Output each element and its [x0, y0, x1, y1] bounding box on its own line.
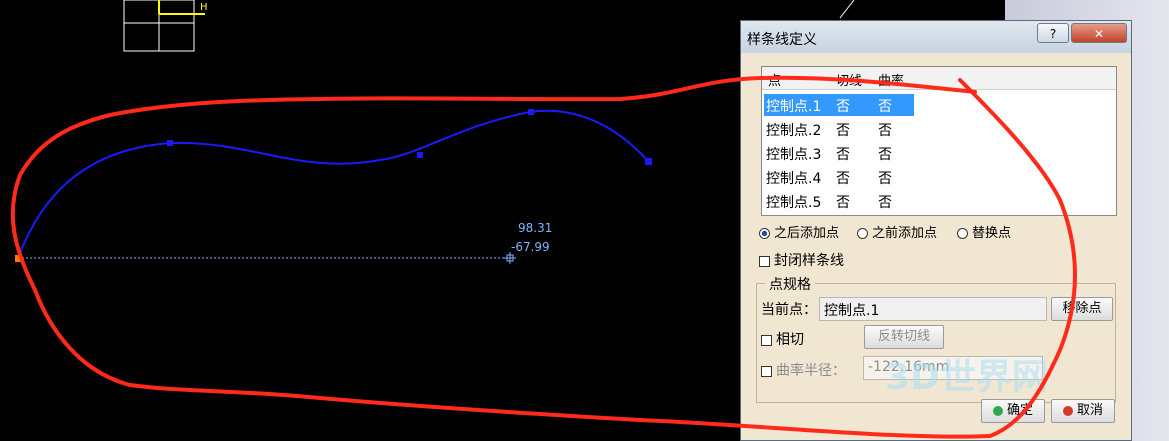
- control-point-2[interactable]: [167, 140, 173, 146]
- checkbox-label: 相切: [776, 332, 804, 348]
- checkbox-box: [761, 334, 772, 346]
- reverse-tangent-button[interactable]: 反转切线: [864, 325, 944, 349]
- row-curvature: 否: [878, 147, 892, 163]
- ok-icon: [992, 405, 1003, 416]
- list-row[interactable]: 控制点.2 否 否: [764, 118, 914, 140]
- cancel-button[interactable]: 取消: [1051, 399, 1115, 423]
- checkbox-box: [759, 255, 770, 267]
- column-curvature[interactable]: 曲率: [878, 70, 904, 89]
- edge-line: [839, 0, 855, 19]
- coord-x-readout: 98.31: [518, 221, 553, 235]
- control-point-5[interactable]: [645, 158, 652, 165]
- row-tangent: 否: [836, 123, 850, 139]
- row-tangent: 否: [836, 99, 850, 115]
- watermark-logo: 3D世界网: [885, 357, 1048, 398]
- checkbox-box: [761, 365, 772, 377]
- row-tangent: 否: [836, 171, 850, 187]
- radio-indicator: [759, 228, 770, 239]
- list-header: 点 切线 曲率: [762, 67, 1116, 90]
- cancel-label: 取消: [1076, 403, 1103, 418]
- radio-label: 之前添加点: [872, 226, 938, 241]
- row-point-name: 控制点.3: [766, 147, 822, 163]
- ok-button[interactable]: 确定: [981, 399, 1045, 423]
- row-curvature: 否: [878, 123, 892, 139]
- column-tangent[interactable]: 切线: [836, 70, 862, 89]
- radio-add-after[interactable]: 之后添加点: [759, 222, 839, 241]
- row-curvature: 否: [878, 195, 892, 211]
- group-label: 点规格: [765, 274, 815, 294]
- column-point[interactable]: 点: [768, 70, 781, 89]
- radio-replace[interactable]: 替换点: [957, 222, 1011, 241]
- row-tangent: 否: [836, 147, 850, 163]
- remove-point-button[interactable]: 移除点: [1051, 297, 1113, 321]
- row-tangent: 否: [836, 195, 850, 211]
- row-curvature: 否: [878, 171, 892, 187]
- radio-indicator: [857, 228, 868, 239]
- current-point-label: 当前点：: [761, 302, 817, 318]
- control-point-list[interactable]: 点 切线 曲率 控制点.1 否 否 控制点.2 否 否 控制点.3 否 否 控制…: [761, 66, 1117, 216]
- tangent-checkbox[interactable]: 相切: [761, 329, 804, 349]
- grid-marker: H: [123, 0, 208, 52]
- radio-add-before[interactable]: 之前添加点: [857, 222, 937, 241]
- checkbox-label: 曲率半径：: [776, 363, 846, 379]
- svg-text:H: H: [200, 2, 208, 13]
- dialog-titlebar[interactable]: 样条线定义 ? ✕: [741, 21, 1131, 53]
- list-row[interactable]: 控制点.4 否 否: [764, 166, 914, 188]
- list-row[interactable]: 控制点.3 否 否: [764, 142, 914, 164]
- row-curvature: 否: [878, 99, 892, 115]
- radio-label: 替换点: [972, 226, 1012, 241]
- list-row[interactable]: 控制点.5 否 否: [764, 190, 914, 212]
- ok-label: 确定: [1006, 403, 1033, 418]
- radio-indicator: [957, 228, 968, 239]
- checkbox-label: 封闭样条线: [774, 253, 844, 269]
- coord-y-readout: -67.99: [511, 240, 550, 254]
- closed-spline-checkbox[interactable]: 封闭样条线: [759, 250, 844, 270]
- spline-curve[interactable]: [17, 109, 649, 259]
- control-point-3[interactable]: [417, 152, 423, 158]
- control-point-4[interactable]: [528, 109, 534, 115]
- row-point-name: 控制点.1: [766, 99, 822, 115]
- curvature-radius-checkbox[interactable]: 曲率半径：: [761, 360, 846, 380]
- dialog-title: 样条线定义: [747, 32, 817, 48]
- control-point-1[interactable]: [15, 255, 22, 262]
- help-button[interactable]: ?: [1037, 23, 1069, 43]
- close-button[interactable]: ✕: [1071, 23, 1127, 43]
- cancel-icon: [1062, 405, 1073, 416]
- list-row[interactable]: 控制点.1 否 否: [764, 94, 914, 116]
- current-point-field[interactable]: 控制点.1: [819, 297, 1047, 321]
- row-point-name: 控制点.2: [766, 123, 822, 139]
- radio-label: 之后添加点: [774, 226, 840, 241]
- row-point-name: 控制点.5: [766, 195, 822, 211]
- row-point-name: 控制点.4: [766, 171, 822, 187]
